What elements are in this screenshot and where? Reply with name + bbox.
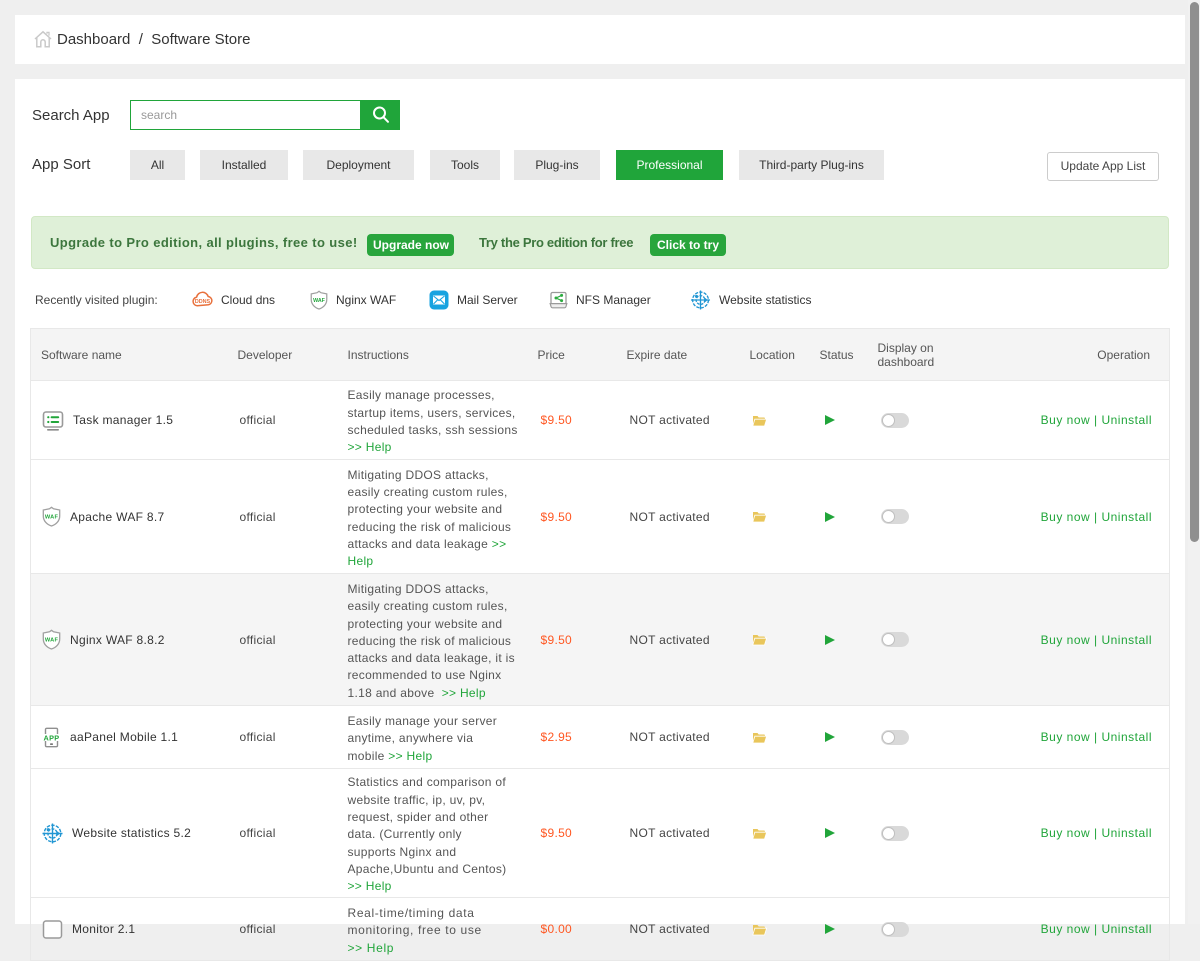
svg-text:APP: APP — [44, 733, 60, 742]
svg-text:DDNS: DDNS — [195, 299, 211, 305]
svg-text:WAF: WAF — [313, 298, 326, 304]
svg-text:WAF: WAF — [45, 638, 59, 644]
svg-text:WAF: WAF — [45, 515, 59, 521]
